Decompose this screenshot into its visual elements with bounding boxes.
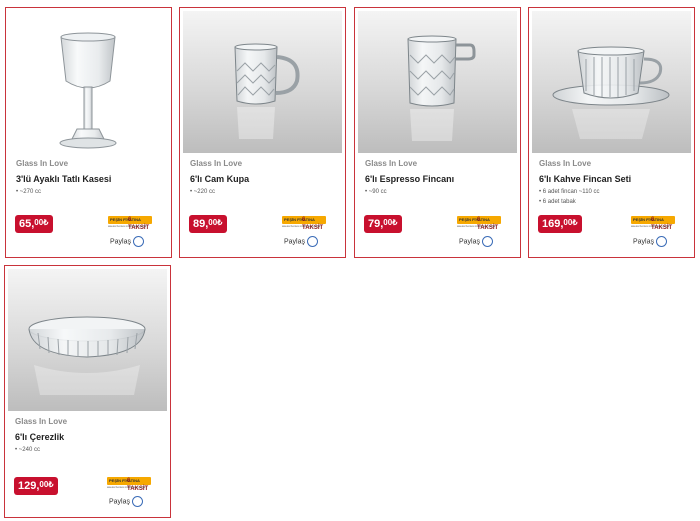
share-label: Paylaş bbox=[110, 238, 132, 246]
product-brand: Glass In Love bbox=[190, 159, 243, 168]
installment-badge: PEŞİN FİYATINA 6 TAKSİT axess bonus maxim… bbox=[282, 216, 326, 231]
product-brand: Glass In Love bbox=[539, 159, 592, 168]
share-icon[interactable] bbox=[132, 496, 144, 507]
promo-taksit: 6 TAKSİT bbox=[127, 478, 149, 492]
promo-cards: axess bonus maximum paraf bbox=[282, 225, 321, 228]
price-tag: 89,00₺ bbox=[189, 215, 228, 233]
product-name[interactable]: 3'lü Ayaklı Tatlı Kasesi bbox=[16, 174, 111, 184]
installment-badge: PEŞİN FİYATINA 6 TAKSİT axess bonus maxim… bbox=[108, 216, 152, 231]
product-spec: • 6 adet tabak bbox=[539, 199, 576, 205]
share-button[interactable]: Paylaş bbox=[284, 236, 319, 247]
promo-taksit: 6 TAKSİT bbox=[302, 217, 324, 231]
share-button[interactable]: Paylaş bbox=[109, 496, 144, 507]
promo-taksit: 6 TAKSİT bbox=[651, 217, 673, 231]
product-card[interactable]: Glass In Love 6'lı Cam Kupa • ~220 cc 89… bbox=[179, 7, 346, 258]
product-card[interactable]: Glass In Love 6'lı Espresso Fincanı • ~9… bbox=[354, 7, 521, 258]
share-label: Paylaş bbox=[284, 238, 306, 246]
promo-taksit: 6 TAKSİT bbox=[128, 217, 150, 231]
price-main: 65, bbox=[19, 218, 35, 230]
promo-taksit: 6 TAKSİT bbox=[477, 217, 499, 231]
share-button[interactable]: Paylaş bbox=[110, 236, 145, 247]
product-name[interactable]: 6'lı Çerezlik bbox=[15, 432, 64, 442]
share-button[interactable]: Paylaş bbox=[633, 236, 668, 247]
product-name[interactable]: 6'lı Cam Kupa bbox=[190, 174, 249, 184]
product-brand: Glass In Love bbox=[16, 159, 69, 168]
price-decimal: 00₺ bbox=[383, 218, 398, 227]
glass-mug-image[interactable] bbox=[183, 11, 342, 153]
product-card[interactable]: Glass In Love 6'lı Kahve Fincan Seti • 6… bbox=[528, 7, 695, 258]
product-brand: Glass In Love bbox=[15, 417, 68, 426]
price-tag: 79,00₺ bbox=[364, 215, 403, 233]
price-main: 79, bbox=[368, 218, 384, 230]
product-spec: • ~240 cc bbox=[15, 447, 40, 453]
promo-cards: axess bonus maximum paraf bbox=[457, 225, 496, 228]
product-card[interactable]: Glass In Love 3'lü Ayaklı Tatlı Kasesi •… bbox=[5, 7, 172, 258]
price-main: 129, bbox=[18, 480, 40, 492]
product-name[interactable]: 6'lı Kahve Fincan Seti bbox=[539, 174, 631, 184]
price-decimal: 00₺ bbox=[34, 218, 49, 227]
product-card[interactable]: Glass In Love 6'lı Çerezlik • ~240 cc 12… bbox=[4, 265, 171, 518]
installment-badge: PEŞİN FİYATINA 6 TAKSİT axess bonus maxim… bbox=[631, 216, 675, 231]
installment-badge: PEŞİN FİYATINA 6 TAKSİT axess bonus maxim… bbox=[457, 216, 501, 231]
glass-bowl-image[interactable] bbox=[8, 269, 167, 411]
promo-cards: axess bonus maximum paraf bbox=[107, 486, 146, 489]
price-tag: 65,00₺ bbox=[15, 215, 54, 233]
product-spec: • 6 adet fincan ~110 cc bbox=[539, 189, 600, 195]
product-brand: Glass In Love bbox=[365, 159, 418, 168]
promo-cards: axess bonus maximum paraf bbox=[631, 225, 670, 228]
share-button[interactable]: Paylaş bbox=[459, 236, 494, 247]
price-decimal: 00₺ bbox=[39, 480, 54, 489]
price-tag: 169,00₺ bbox=[538, 215, 583, 233]
installment-badge: PEŞİN FİYATINA 6 TAKSİT axess bonus maxim… bbox=[107, 477, 151, 492]
price-main: 169, bbox=[542, 218, 564, 230]
product-spec: • ~220 cc bbox=[190, 189, 215, 195]
share-label: Paylaş bbox=[109, 498, 131, 506]
promo-cards: axess bonus maximum paraf bbox=[108, 225, 147, 228]
share-icon[interactable] bbox=[482, 236, 494, 247]
product-spec: • ~90 cc bbox=[365, 189, 387, 195]
product-name[interactable]: 6'lı Espresso Fincanı bbox=[365, 174, 454, 184]
share-label: Paylaş bbox=[633, 238, 655, 246]
price-tag: 129,00₺ bbox=[14, 477, 59, 495]
share-label: Paylaş bbox=[459, 238, 481, 246]
stemmed-glass-image[interactable] bbox=[9, 11, 168, 153]
espresso-cup-image[interactable] bbox=[358, 11, 517, 153]
price-decimal: 00₺ bbox=[208, 218, 223, 227]
share-icon[interactable] bbox=[307, 236, 319, 247]
price-main: 89, bbox=[193, 218, 209, 230]
product-spec: • ~270 cc bbox=[16, 189, 41, 195]
share-icon[interactable] bbox=[656, 236, 668, 247]
coffee-cup-saucer-image[interactable] bbox=[532, 11, 691, 153]
share-icon[interactable] bbox=[133, 236, 145, 247]
price-decimal: 00₺ bbox=[563, 218, 578, 227]
